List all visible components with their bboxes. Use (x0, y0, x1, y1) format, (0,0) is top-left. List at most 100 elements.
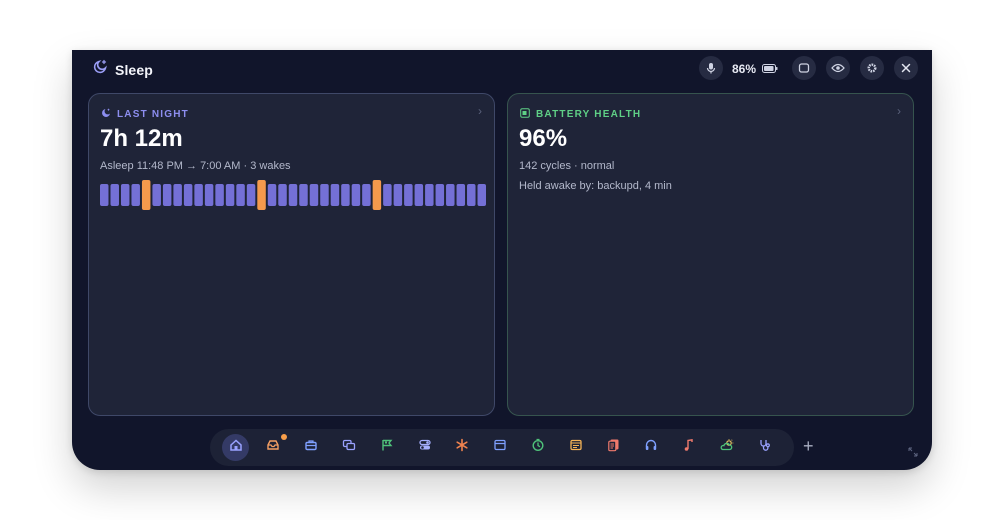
dock-item-headphones[interactable] (638, 434, 665, 461)
moon-icon (101, 105, 111, 123)
dock-item-toggles[interactable] (411, 434, 438, 461)
sleep-timeline (100, 180, 486, 210)
sleep-segment (435, 184, 445, 206)
home-icon (229, 438, 243, 457)
dock-item-asterisk[interactable] (449, 434, 476, 461)
sleep-segment (173, 184, 182, 206)
sleep-segment (267, 184, 277, 206)
sleep-segment (152, 184, 161, 206)
battery-cycles: 142 cycles · normal (519, 160, 615, 172)
chevron-right-icon[interactable]: › (897, 104, 901, 118)
sleep-segment (183, 184, 193, 206)
sleep-segment (215, 184, 224, 206)
microphone-button[interactable] (699, 56, 723, 80)
sleep-segment (204, 184, 214, 206)
sleep-segment (341, 184, 350, 206)
battery-percent: 86% (732, 62, 757, 76)
dock-item-notes[interactable] (562, 434, 589, 461)
card-label: BATTERY HEALTH (536, 108, 642, 120)
sleep-segment (288, 184, 298, 206)
window-button[interactable] (792, 56, 816, 80)
dock-item-cards[interactable] (600, 434, 627, 461)
dock-item-weather[interactable] (713, 434, 740, 461)
app-dock (210, 429, 794, 466)
window-icon (798, 62, 810, 74)
notification-badge (280, 434, 287, 440)
inbox-icon (266, 438, 280, 457)
sleep-segment (477, 184, 486, 206)
battery-health-value: 96% (519, 125, 568, 152)
card-header: BATTERY HEALTH (520, 105, 641, 123)
settings-button[interactable] (860, 56, 884, 80)
dock-item-flag[interactable] (373, 434, 400, 461)
add-app-button[interactable]: + (803, 436, 814, 456)
awake-segment (372, 180, 382, 210)
sleep-segment (162, 184, 172, 206)
microphone-icon (705, 62, 717, 74)
asterisk-icon (455, 438, 469, 457)
sleep-segment (100, 184, 109, 206)
sleep-duration: 7h 12m (100, 125, 183, 152)
held-awake-info: Held awake by: backupd, 4 min (519, 180, 672, 192)
dock-item-timer[interactable] (524, 434, 551, 461)
timer-icon (531, 438, 545, 457)
sleep-segment (320, 184, 329, 206)
calendar-icon (493, 438, 507, 457)
sleep-segment (110, 184, 119, 206)
music-note-icon (682, 438, 696, 457)
dock-item-calendar[interactable] (487, 434, 514, 461)
chevron-right-icon[interactable]: › (478, 104, 482, 118)
sleep-segment (194, 184, 203, 206)
dock-item-chat[interactable] (335, 434, 362, 461)
sleep-segment (362, 184, 371, 206)
gear-icon (866, 62, 878, 74)
sleep-segment (351, 184, 361, 206)
sleep-segment (246, 184, 256, 206)
headphones-icon (644, 438, 658, 457)
visibility-button[interactable] (826, 56, 850, 80)
title-text: Sleep (115, 61, 153, 78)
sleep-segment (456, 184, 466, 206)
sleep-segment (309, 184, 319, 206)
battery-health-icon (520, 105, 530, 123)
stethoscope-icon (758, 438, 772, 457)
sleep-segment (299, 184, 308, 206)
sleep-segment (425, 184, 434, 206)
moon-sparkle-icon (92, 59, 108, 80)
battery-icon (762, 60, 778, 78)
card-label: LAST NIGHT (117, 108, 189, 120)
notes-icon (569, 438, 583, 457)
dock-item-briefcase[interactable] (298, 434, 325, 461)
dock-item-stethoscope[interactable] (751, 434, 778, 461)
resize-icon[interactable] (908, 444, 918, 462)
eye-icon (831, 62, 845, 74)
sleep-segment (414, 184, 424, 206)
sleep-segment (446, 184, 455, 206)
battery-health-card[interactable]: BATTERY HEALTH › 96% 142 cycles · normal… (507, 93, 914, 416)
sleep-segment (467, 184, 476, 206)
flag-icon (380, 438, 394, 457)
cards-icon (607, 438, 621, 457)
sleep-segment (278, 184, 287, 206)
sleep-segment (330, 184, 340, 206)
weather-icon (720, 438, 734, 457)
window-title: Sleep (92, 59, 153, 80)
awake-segment (141, 180, 151, 210)
awake-segment (257, 180, 266, 210)
app-window: Sleep 86% LAST NIGHT › 7h 12m Asleep 11:… (72, 50, 932, 470)
dock-item-home[interactable] (222, 434, 249, 461)
top-bar: Sleep 86% (72, 50, 932, 86)
close-button[interactable] (894, 56, 918, 80)
battery-status: 86% (732, 60, 778, 78)
toggles-icon (418, 438, 432, 457)
sleep-segment (236, 184, 245, 206)
sleep-segment (404, 184, 413, 206)
last-night-card[interactable]: LAST NIGHT › 7h 12m Asleep 11:48 PM → 7:… (88, 93, 495, 416)
sleep-summary: Asleep 11:48 PM → 7:00 AM · 3 wakes (100, 160, 291, 172)
close-icon (901, 63, 911, 73)
chat-icon (342, 438, 356, 457)
sleep-segment (120, 184, 130, 206)
dock-item-inbox[interactable] (260, 434, 287, 461)
sleep-segment (131, 184, 140, 206)
dock-item-music-note[interactable] (676, 434, 703, 461)
